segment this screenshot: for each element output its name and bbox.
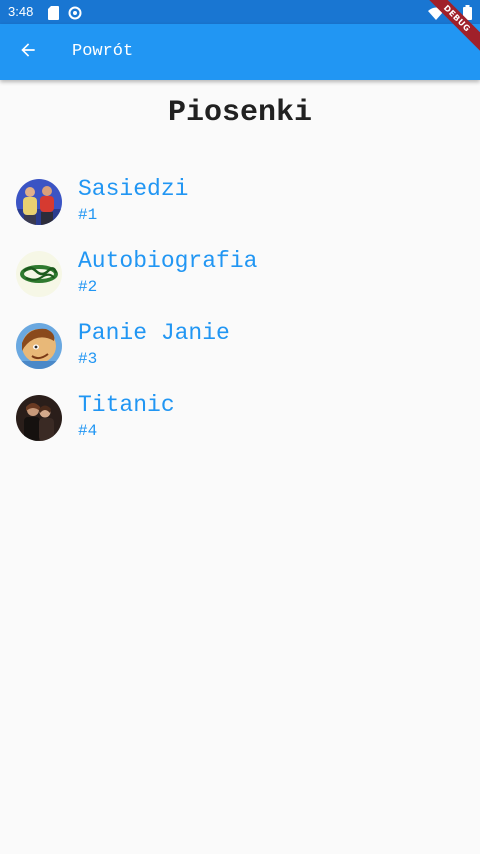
- status-time: 3:48: [8, 4, 34, 19]
- song-number: #1: [78, 206, 98, 224]
- page-title: Piosenki: [167, 96, 313, 130]
- wifi-icon: [428, 5, 444, 24]
- app-bar-title[interactable]: Powrót: [72, 42, 133, 62]
- arrow-back-icon: [18, 40, 38, 64]
- song-thumbnail-avatar: [16, 395, 62, 441]
- song-title: Sasiedzi: [78, 176, 189, 202]
- battery-icon: [463, 5, 472, 24]
- song-number: #3: [78, 350, 98, 368]
- song-title: Titanic: [78, 392, 175, 418]
- song-thumbnail-avatar: [16, 179, 62, 225]
- song-number: #4: [78, 422, 98, 440]
- song-list-item[interactable]: Titanic #4: [0, 383, 480, 455]
- song-list-item[interactable]: Panie Janie #3: [0, 311, 480, 383]
- sync-icon: [68, 5, 82, 24]
- sd-card-icon: [48, 5, 59, 24]
- status-bar: 3:48: [0, 0, 480, 24]
- song-number: #2: [78, 278, 98, 296]
- song-list-item[interactable]: Autobiografia #2: [0, 239, 480, 311]
- song-list-item[interactable]: Sasiedzi #1: [0, 167, 480, 239]
- song-title: Panie Janie: [78, 320, 230, 346]
- back-button[interactable]: [4, 28, 52, 76]
- song-thumbnail-avatar: [16, 323, 62, 369]
- song-title: Autobiografia: [78, 248, 258, 274]
- song-list: Sasiedzi #1 Autobiografia #2 Panie Janie…: [0, 167, 480, 455]
- screen: 3:48 Powrót DEBUG Piosenki Sasiedzi #1 A…: [0, 0, 480, 854]
- song-thumbnail-avatar: [16, 251, 62, 297]
- app-bar: Powrót: [0, 24, 480, 80]
